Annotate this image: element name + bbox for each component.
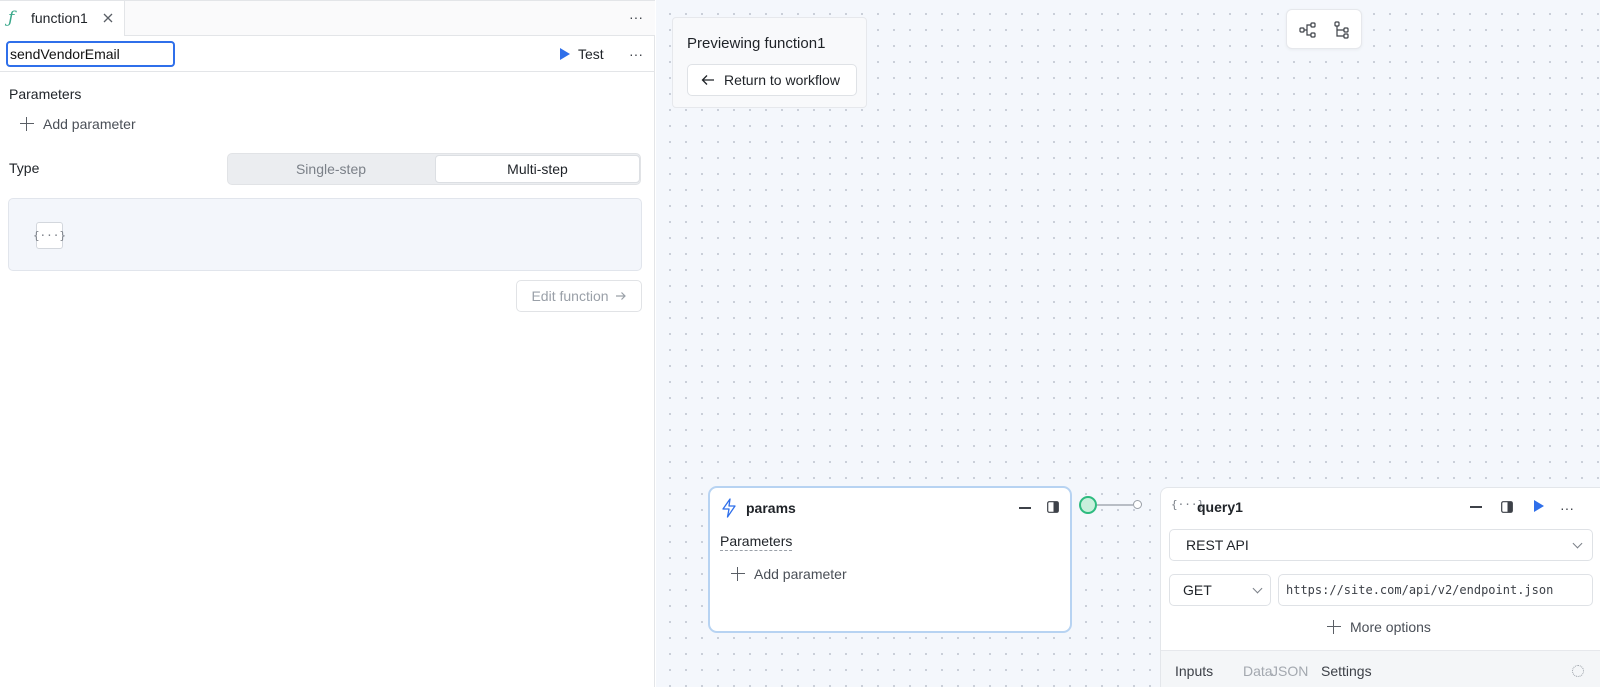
parameters-heading: Parameters — [9, 86, 82, 102]
params-node-add-parameter-label: Add parameter — [754, 566, 847, 582]
workflow-canvas[interactable]: Previewing function1 Return to workflow … — [656, 0, 1600, 687]
params-node-parameters-label: Parameters — [720, 533, 793, 551]
type-option-single-step[interactable]: Single-step — [228, 154, 434, 184]
tab-bar: ƒ function1 ··· — [0, 0, 655, 36]
params-node[interactable]: params Parameters Add parameter — [708, 486, 1072, 633]
more-horizontal-icon[interactable]: ··· — [1560, 500, 1574, 516]
play-icon — [560, 48, 570, 60]
add-parameter-button[interactable]: Add parameter — [20, 116, 136, 132]
method-select-value: GET — [1183, 582, 1212, 598]
graph-layout-icon[interactable] — [1298, 20, 1318, 40]
close-icon[interactable] — [102, 12, 114, 24]
tab-settings[interactable]: Settings — [1321, 663, 1372, 679]
tree-layout-icon[interactable] — [1332, 20, 1352, 40]
type-option-multi-step[interactable]: Multi-step — [435, 155, 640, 183]
lightning-bolt-icon — [722, 498, 736, 518]
url-input[interactable] — [1278, 574, 1593, 606]
side-panel-icon[interactable] — [1501, 501, 1513, 513]
tab-json[interactable]: JSON — [1271, 663, 1308, 679]
params-node-title: params — [746, 500, 796, 516]
method-select[interactable]: GET — [1169, 574, 1271, 606]
params-node-add-parameter-button[interactable]: Add parameter — [731, 566, 847, 582]
return-to-workflow-label: Return to workflow — [724, 72, 840, 88]
test-button-label: Test — [578, 46, 604, 62]
chevron-down-icon — [1252, 583, 1263, 594]
query1-node-title: query1 — [1197, 499, 1243, 515]
minimize-icon[interactable] — [1019, 507, 1031, 509]
connector-end-handle[interactable] — [1133, 500, 1142, 509]
tab-label: function1 — [31, 10, 88, 26]
function-name-row: Test — [0, 36, 655, 72]
connector-start-handle[interactable] — [1079, 496, 1097, 514]
tab-data[interactable]: Data — [1243, 663, 1273, 679]
resource-select-value: REST API — [1186, 537, 1249, 553]
query-node-footer-tabs: Inputs Data JSON Settings — [1161, 650, 1600, 687]
resource-select[interactable]: REST API — [1169, 529, 1593, 561]
function-name-input[interactable] — [6, 41, 175, 67]
plus-icon — [731, 567, 745, 581]
plus-icon — [1327, 620, 1341, 634]
tab-inputs[interactable]: Inputs — [1175, 663, 1213, 679]
function-icon: ƒ — [8, 8, 15, 28]
more-options-label: More options — [1350, 619, 1431, 635]
edit-function-button[interactable]: Edit function — [516, 280, 642, 312]
add-parameter-label: Add parameter — [43, 116, 136, 132]
type-label: Type — [9, 160, 40, 176]
arrow-right-icon — [615, 292, 626, 300]
function-editor-panel: ƒ function1 ··· Test ··· Parameters Add … — [0, 0, 655, 687]
return-to-workflow-button[interactable]: Return to workflow — [687, 64, 857, 96]
query1-node[interactable]: {···} query1 ··· REST API GET More optio… — [1160, 487, 1600, 687]
tab-function1[interactable]: ƒ function1 — [0, 1, 125, 36]
play-icon[interactable] — [1534, 500, 1544, 512]
side-panel-icon[interactable] — [1047, 501, 1059, 513]
code-braces-icon: {···} — [1171, 498, 1205, 511]
minimize-icon[interactable] — [1470, 506, 1482, 508]
code-braces-icon: {···} — [33, 222, 66, 249]
edit-function-label: Edit function — [531, 288, 609, 304]
function-preview-box: {···} — [8, 198, 642, 271]
tab-more-icon[interactable]: ··· — [629, 10, 643, 24]
more-options-button[interactable]: More options — [1327, 619, 1431, 635]
test-button[interactable]: Test — [560, 44, 604, 64]
loading-spinner-icon — [1572, 665, 1584, 677]
type-segmented-control: Single-step Multi-step — [227, 153, 641, 185]
preview-banner: Previewing function1 Return to workflow — [672, 17, 867, 108]
function-more-icon[interactable]: ··· — [629, 47, 643, 61]
plus-icon — [20, 117, 34, 131]
connector-line — [1097, 504, 1133, 506]
layout-toggle — [1286, 9, 1362, 49]
preview-title: Previewing function1 — [687, 35, 826, 52]
arrow-left-icon — [701, 75, 714, 85]
chevron-down-icon — [1572, 538, 1583, 549]
